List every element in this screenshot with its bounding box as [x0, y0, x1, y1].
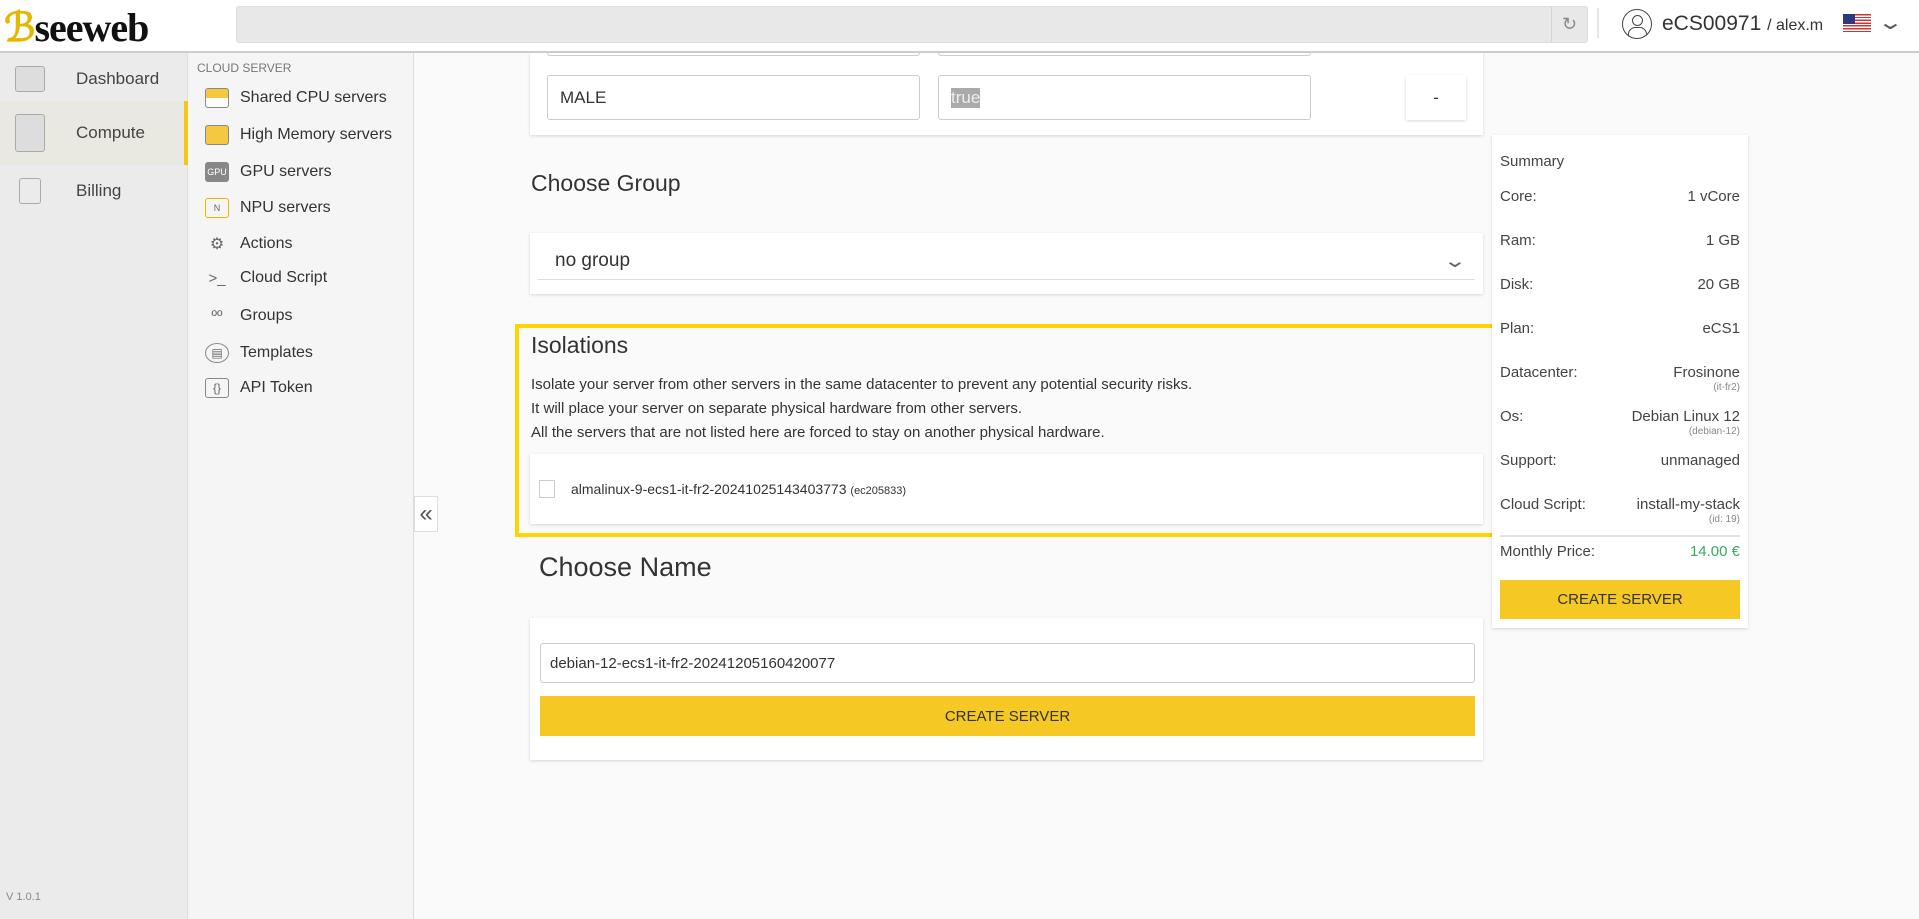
- collapse-sidebar-button[interactable]: «: [414, 496, 438, 532]
- create-server-button[interactable]: CREATE SERVER: [540, 696, 1475, 736]
- isolation-server-list: almalinux-9-ecs1-it-fr2-2024102514340377…: [530, 454, 1483, 524]
- subnav-label: API Token: [240, 379, 313, 396]
- summary-row-plan: Plan: eCS1: [1500, 320, 1740, 337]
- choose-group-title: Choose Group: [531, 170, 681, 196]
- isolation-server-item[interactable]: almalinux-9-ecs1-it-fr2-2024102514340377…: [539, 480, 906, 498]
- account-label[interactable]: eCS00971 / alex.m: [1662, 12, 1823, 36]
- group-select[interactable]: no group ⌄: [538, 243, 1475, 280]
- sidebar-item-label: Dashboard: [76, 69, 160, 88]
- remove-metadata-button[interactable]: -: [1406, 75, 1466, 120]
- top-header: ℬseeweb ↻ eCS00971 / alex.m ⌄: [0, 0, 1919, 53]
- isolation-checkbox[interactable]: [539, 480, 555, 498]
- subnav-label: Cloud Script: [240, 269, 328, 286]
- group-select-value: no group: [555, 250, 631, 271]
- sidebar-item-label: Billing: [76, 181, 122, 200]
- sidebar-item-compute[interactable]: Compute: [0, 101, 188, 165]
- subnav-label: High Memory servers: [240, 126, 393, 143]
- refresh-icon[interactable]: ↻: [1551, 7, 1587, 42]
- groups-icon: ºº: [211, 307, 223, 325]
- subnav-actions[interactable]: ⚙ Actions: [205, 234, 293, 254]
- section-heading: CLOUD SERVER: [197, 61, 292, 75]
- templates-icon: ▤: [205, 343, 229, 363]
- metadata-card: MALE true -: [530, 36, 1483, 135]
- subnav-label: NPU servers: [240, 199, 331, 216]
- terminal-icon: >_: [208, 269, 226, 287]
- subnav-groups[interactable]: ºº Groups: [205, 306, 293, 326]
- summary-row-support: Support: unmanaged: [1500, 452, 1740, 469]
- name-card: debian-12-ecs1-it-fr2-20241205160420077 …: [530, 618, 1483, 760]
- user-icon[interactable]: [1622, 9, 1652, 39]
- isolations-desc-2: It will place your server on separate ph…: [531, 400, 1023, 417]
- subnav-templates[interactable]: ▤ Templates: [205, 343, 313, 363]
- summary-row-core: Core: 1 vCore: [1500, 188, 1740, 205]
- summary-row-ram: Ram: 1 GB: [1500, 232, 1740, 249]
- version-label: V 1.0.1: [6, 891, 41, 903]
- subnav-label: Shared CPU servers: [240, 89, 387, 106]
- chevron-down-icon: ⌄: [1443, 250, 1467, 272]
- chevron-down-icon[interactable]: ⌄: [1877, 10, 1904, 35]
- compute-icon: [15, 114, 45, 152]
- subnav-label: Groups: [240, 307, 293, 324]
- main-sidebar: Dashboard Compute Billing V 1.0.1: [0, 53, 188, 919]
- summary-create-server-button[interactable]: CREATE SERVER: [1500, 580, 1740, 619]
- subnav-gpu[interactable]: GPU GPU servers: [205, 162, 332, 182]
- isolations-title: Isolations: [531, 332, 629, 358]
- server-name: almalinux-9-ecs1-it-fr2-2024102514340377…: [571, 481, 847, 497]
- seeweb-logo[interactable]: ℬseeweb: [4, 4, 149, 51]
- group-card: no group ⌄: [530, 233, 1483, 294]
- us-flag-icon[interactable]: [1843, 14, 1871, 32]
- divider: [1597, 8, 1599, 38]
- subnav-shared-cpu[interactable]: Shared CPU servers: [205, 88, 387, 108]
- divider: [1500, 535, 1740, 537]
- isolations-desc-1: Isolate your server from other servers i…: [531, 376, 1193, 393]
- summary-row-price: Monthly Price: 14.00 €: [1500, 543, 1740, 560]
- sidebar-item-dashboard[interactable]: Dashboard: [0, 61, 188, 97]
- gpu-icon: GPU: [205, 162, 229, 182]
- subnav-api-token[interactable]: {} API Token: [205, 378, 313, 398]
- isolations-desc-3: All the servers that are not listed here…: [531, 424, 1105, 441]
- api-token-icon: {}: [205, 378, 229, 398]
- summary-card: Summary Core: 1 vCore Ram: 1 GB Disk: 20 GB…: [1492, 135, 1748, 628]
- selected-text: true: [951, 87, 981, 108]
- summary-row-disk: Disk: 20 GB: [1500, 276, 1740, 293]
- search-bar[interactable]: ↻: [236, 6, 1588, 43]
- cpu-chip-icon: [205, 88, 229, 108]
- memory-chip-icon: [205, 125, 229, 145]
- server-id: (ec205833): [850, 485, 907, 497]
- actions-icon: ⚙: [209, 236, 225, 253]
- dashboard-icon: [15, 66, 45, 92]
- subnav-label: GPU servers: [240, 163, 332, 180]
- subnav-high-memory[interactable]: High Memory servers: [205, 125, 392, 145]
- subnav-npu[interactable]: N NPU servers: [205, 198, 331, 218]
- choose-name-title: Choose Name: [539, 552, 712, 582]
- subnav-label: Actions: [240, 235, 293, 252]
- sidebar-item-billing[interactable]: Billing: [0, 173, 188, 209]
- subnav-cloud-script[interactable]: >_ Cloud Script: [205, 268, 327, 288]
- summary-row-os: Os: Debian Linux 12 (debian-12): [1500, 408, 1740, 437]
- subnav-label: Templates: [240, 344, 313, 361]
- sub-sidebar: CLOUD SERVER Shared CPU servers High Mem…: [188, 53, 414, 919]
- npu-icon: N: [205, 198, 229, 218]
- summary-row-datacenter: Datacenter: Frosinone (it-fr2): [1500, 364, 1740, 393]
- server-name-input[interactable]: debian-12-ecs1-it-fr2-20241205160420077: [540, 643, 1475, 683]
- sidebar-item-label: Compute: [76, 123, 145, 142]
- metadata-key-input[interactable]: MALE: [547, 75, 920, 120]
- summary-title: Summary: [1500, 153, 1565, 170]
- billing-icon: [19, 178, 41, 204]
- summary-row-cloud-script: Cloud Script: install-my-stack (id: 19): [1500, 496, 1740, 525]
- metadata-value-input[interactable]: true: [938, 75, 1311, 120]
